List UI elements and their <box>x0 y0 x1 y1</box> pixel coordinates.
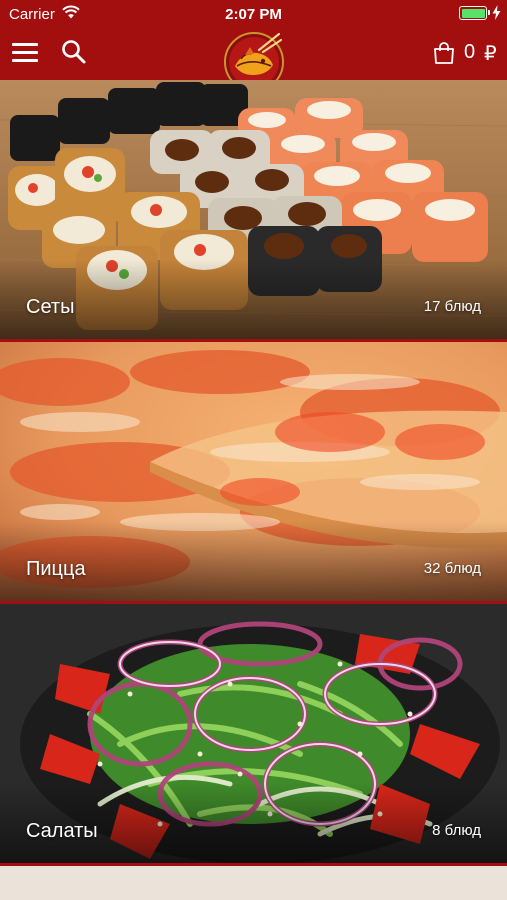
battery-icon <box>459 6 490 20</box>
clock: 2:07 PM <box>225 6 282 23</box>
navigation-bar: 0 ₽ <box>0 28 507 92</box>
category-title: Пицца <box>26 558 86 580</box>
cart-count: 0 <box>464 41 476 63</box>
category-count: 17 блюд <box>423 298 481 315</box>
category-count: 32 блюд <box>423 560 481 577</box>
card-divider <box>0 863 507 866</box>
app-header: Carrier 2:07 PM 0 ₽ <box>0 0 507 92</box>
search-button[interactable] <box>60 38 88 66</box>
category-card-pizza[interactable]: Пицца 32 блюд <box>0 342 507 601</box>
charging-bolt-icon <box>492 5 501 20</box>
category-title: Сеты <box>26 296 75 318</box>
category-card-sets[interactable]: Сеты 17 блюд <box>0 80 507 339</box>
category-card-salads[interactable]: Салаты 8 блюд <box>0 604 507 863</box>
cart-button[interactable]: 0 ₽ <box>432 38 502 68</box>
category-title: Салаты <box>26 820 98 842</box>
status-bar: Carrier 2:07 PM <box>0 0 507 28</box>
search-icon <box>62 40 86 64</box>
shopping-bag-icon <box>434 42 454 64</box>
category-count: 8 блюд <box>432 822 481 839</box>
battery-level <box>461 8 485 18</box>
cart-currency: ₽ <box>484 43 497 65</box>
menu-button[interactable] <box>12 40 40 64</box>
